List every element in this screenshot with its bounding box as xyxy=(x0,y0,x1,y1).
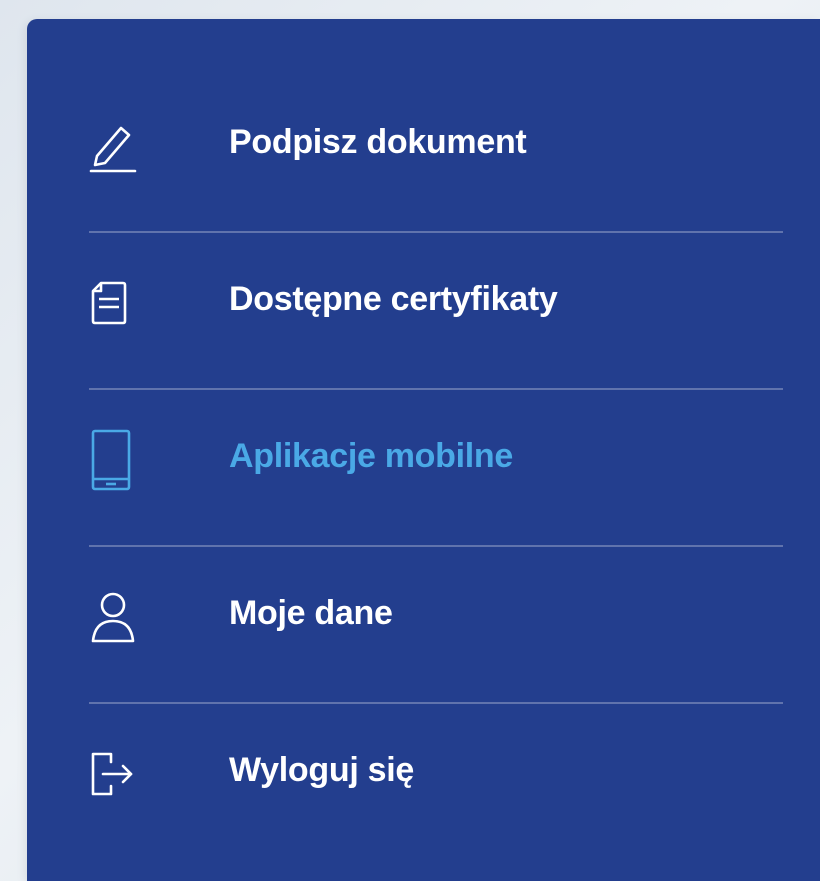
tablet-icon xyxy=(87,429,147,490)
menu-item-mobile-apps[interactable]: Aplikacje mobilne xyxy=(27,390,820,547)
user-icon xyxy=(87,587,147,647)
menu-item-logout[interactable]: Wyloguj się xyxy=(27,704,820,861)
menu-item-label: Dostępne certyfikaty xyxy=(229,279,558,318)
menu-item-available-certificates[interactable]: Dostępne certyfikaty xyxy=(27,233,820,390)
menu-list: Podpisz dokument Dostępne certyfikaty Ap… xyxy=(27,76,820,861)
document-icon xyxy=(87,273,147,333)
navigation-menu-panel: Podpisz dokument Dostępne certyfikaty Ap… xyxy=(27,19,820,881)
menu-item-label: Moje dane xyxy=(229,593,393,632)
menu-item-sign-document[interactable]: Podpisz dokument xyxy=(27,76,820,233)
pen-sign-icon xyxy=(87,116,147,176)
menu-item-label: Wyloguj się xyxy=(229,750,414,789)
logout-icon xyxy=(87,744,147,804)
menu-item-label: Podpisz dokument xyxy=(229,122,527,161)
menu-item-label: Aplikacje mobilne xyxy=(229,436,513,475)
menu-item-my-data[interactable]: Moje dane xyxy=(27,547,820,704)
